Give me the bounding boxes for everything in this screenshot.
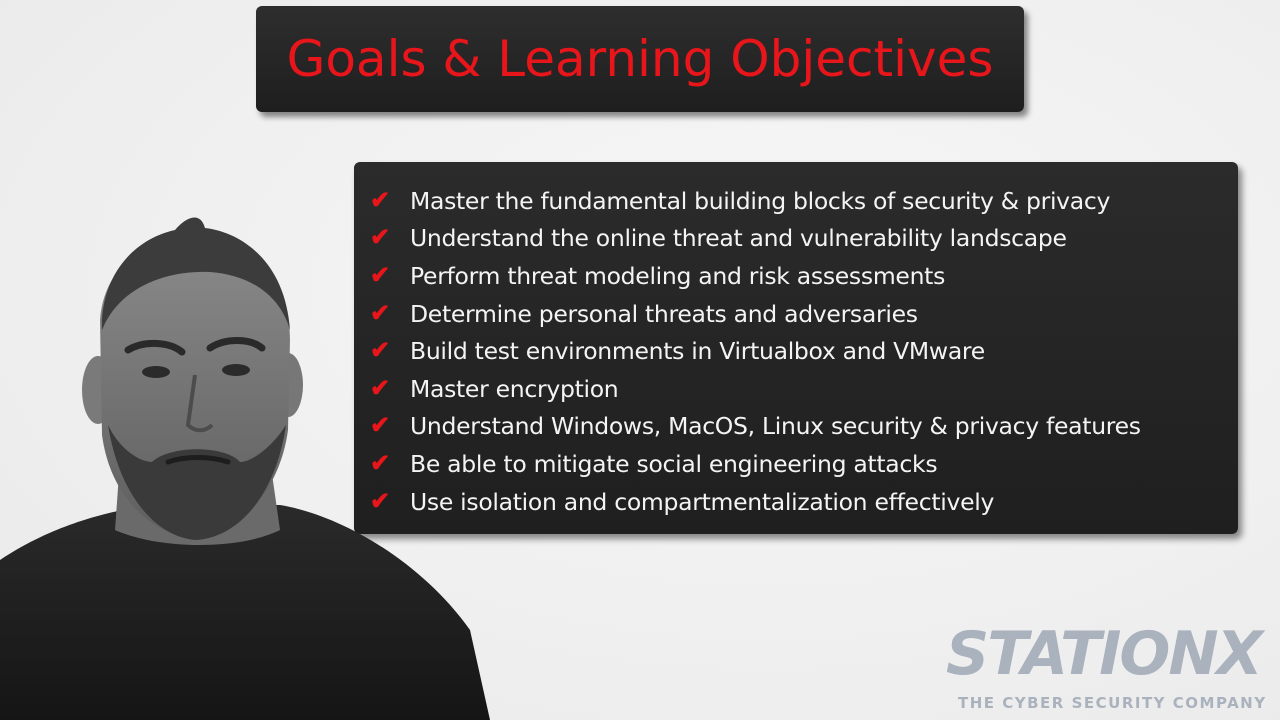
objective-item: ✔ Build test environments in Virtualbox … bbox=[370, 332, 1238, 370]
objective-text: Understand Windows, MacOS, Linux securit… bbox=[410, 412, 1141, 441]
objective-item: ✔ Master the fundamental building blocks… bbox=[370, 182, 1238, 220]
logo-wordmark: STATIONX bbox=[946, 624, 1263, 684]
presenter-video bbox=[0, 217, 490, 720]
objective-item: ✔ Determine personal threats and adversa… bbox=[370, 295, 1238, 333]
objective-item: ✔ Understand the online threat and vulne… bbox=[370, 220, 1238, 258]
objective-text: Master the fundamental building blocks o… bbox=[410, 186, 1111, 215]
objective-item: ✔ Master encryption bbox=[370, 370, 1238, 408]
logo-tagline: THE CYBER SECURITY COMPANY bbox=[958, 694, 1267, 712]
objective-item: ✔ Understand Windows, MacOS, Linux secur… bbox=[370, 408, 1238, 446]
objective-item: ✔ Be able to mitigate social engineering… bbox=[370, 445, 1238, 483]
objective-text: Understand the online threat and vulnera… bbox=[410, 224, 1067, 253]
slide: Goals & Learning Objectives ✔ Master the… bbox=[0, 0, 1280, 720]
slide-title: Goals & Learning Objectives bbox=[286, 30, 994, 88]
title-banner: Goals & Learning Objectives bbox=[256, 6, 1024, 112]
objective-item: ✔ Perform threat modeling and risk asses… bbox=[370, 257, 1238, 295]
stationx-logo: STATIONX THE CYBER SECURITY COMPANY bbox=[946, 624, 1276, 720]
objective-item: ✔ Use isolation and compartmentalization… bbox=[370, 483, 1238, 521]
